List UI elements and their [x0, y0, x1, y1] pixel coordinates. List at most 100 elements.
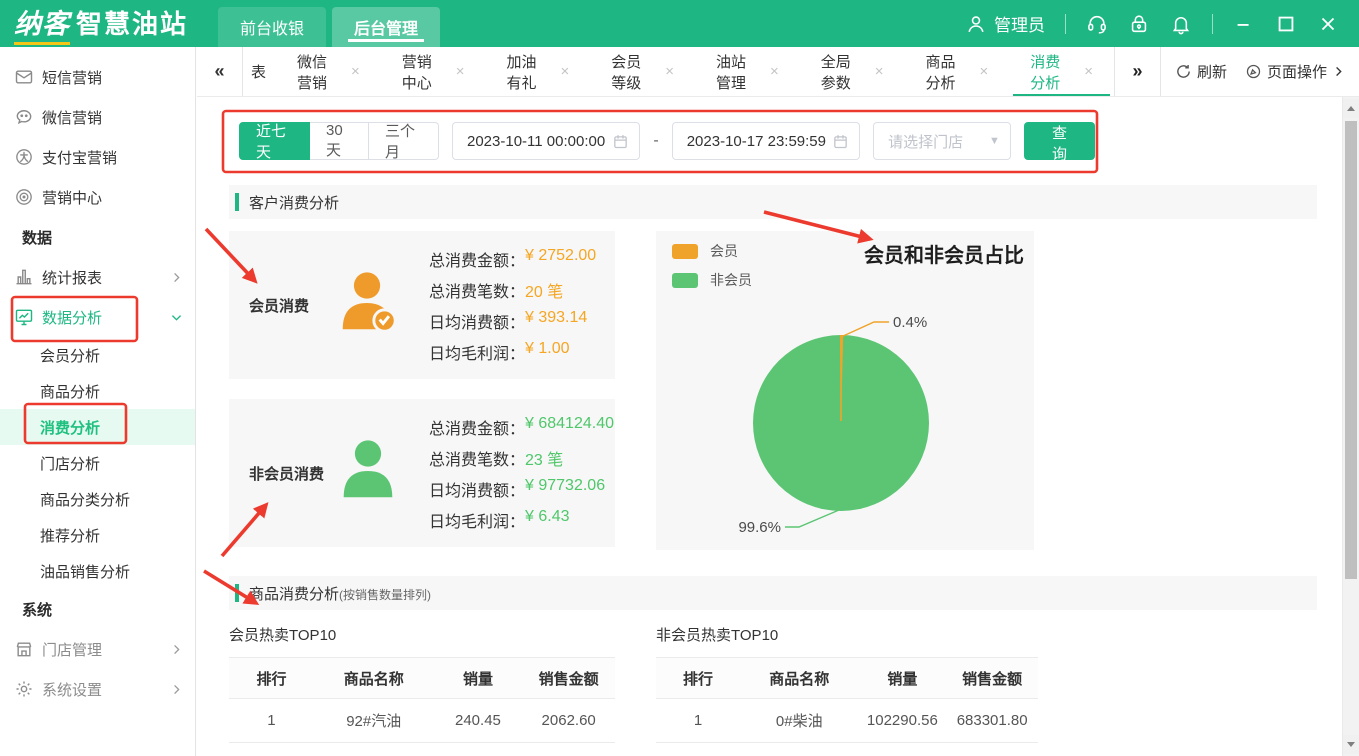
page-content: 近七天 30天 三个月 2023-10-11 00:00:00 - 2023-1… — [197, 97, 1342, 756]
tab-product-analysis[interactable]: 商品分析 × — [905, 47, 1010, 96]
tab-partial-report[interactable]: 表 — [243, 47, 276, 96]
minimize-icon[interactable] — [1233, 13, 1255, 35]
refresh-button[interactable]: 刷新 — [1175, 61, 1227, 82]
sidebar-item-product-analysis[interactable]: 商品分析 — [0, 373, 195, 409]
calendar-icon — [612, 133, 629, 150]
tab-close-icon[interactable]: × — [1084, 63, 1093, 80]
tabs-scroll-right-button[interactable]: » — [1113, 47, 1160, 96]
user-icon — [965, 13, 987, 35]
maximize-icon[interactable] — [1275, 13, 1297, 35]
app-window: 纳客 智慧油站 前台收银 后台管理 管理员 短信营销 微信营销 支付宝营销 营销… — [0, 0, 1359, 756]
tab-label: 加油有礼 — [506, 53, 537, 92]
product-section-subtitle: (按销售数量排列) — [339, 587, 432, 602]
close-icon[interactable] — [1317, 13, 1339, 35]
col-sales-qty: 销量 — [433, 657, 523, 699]
sidebar-item-marketing-center[interactable]: 营销中心 — [0, 177, 195, 217]
stat-label: 日均消费额： — [429, 314, 526, 332]
sidebar-item-recommendation-analysis[interactable]: 推荐分析 — [0, 517, 195, 553]
sidebar-sub-label: 门店分析 — [40, 455, 101, 473]
app-header: 纳客 智慧油站 前台收银 后台管理 管理员 — [0, 0, 1359, 47]
monitor-chart-icon — [14, 307, 34, 327]
end-datetime-value: 2023-10-17 23:59:59 — [686, 132, 826, 150]
cell-product-name: 0#柴油 — [740, 698, 859, 743]
sidebar-item-store-management[interactable]: 门店管理 — [0, 629, 195, 669]
tab-label: 全局参数 — [820, 53, 851, 92]
page-operations-button[interactable]: 页面操作 — [1245, 61, 1345, 82]
stat-label: 日均消费额： — [429, 482, 526, 500]
chevron-right-icon — [170, 683, 183, 696]
quick-range-30d-button[interactable]: 30天 — [309, 122, 370, 160]
stat-label: 总消费金额： — [429, 420, 526, 438]
col-sales-amount: 销售金额 — [522, 657, 615, 699]
sidebar-item-wechat-marketing[interactable]: 微信营销 — [0, 97, 195, 137]
tab-marketing-center[interactable]: 营销中心 × — [381, 47, 486, 96]
stat-value: 23 笔 — [525, 451, 564, 469]
col-rank: 排行 — [656, 657, 741, 699]
product-section-title: 商品消费分析 — [249, 585, 340, 603]
backend-management-button[interactable]: 后台管理 — [332, 7, 441, 47]
start-datetime-input[interactable]: 2023-10-11 00:00:00 — [452, 122, 641, 160]
customer-cards-row: 会员消费 总消费金额： ¥ 2752.00 总消费笔数： 20 笔 日均消费额：… — [229, 231, 1317, 550]
tab-close-icon[interactable]: × — [665, 63, 674, 80]
cell-rank: 1 — [656, 698, 741, 743]
sidebar-item-consumption-analysis[interactable]: 消费分析 — [0, 409, 195, 445]
tab-member-level[interactable]: 会员等级 × — [590, 47, 695, 96]
sidebar-item-sms-marketing[interactable]: 短信营销 — [0, 57, 195, 97]
member-ratio-pie-panel: 会员 非会员 会员和非会员占比 0.4% 99.6% — [656, 231, 1034, 550]
tab-close-icon[interactable]: × — [351, 63, 360, 80]
scroll-down-button[interactable] — [1343, 735, 1359, 754]
customer-section-header: 客户消费分析 — [229, 185, 1317, 219]
tab-station-management[interactable]: 油站管理 × — [695, 47, 800, 96]
sidebar-item-product-category-analysis[interactable]: 商品分类分析 — [0, 481, 195, 517]
tab-close-icon[interactable]: × — [875, 63, 884, 80]
legend-swatch-member — [672, 243, 698, 259]
pie-legend: 会员 非会员 — [672, 241, 752, 290]
tab-close-icon[interactable]: × — [561, 63, 570, 80]
tab-label: 商品分析 — [925, 53, 956, 92]
headset-icon[interactable] — [1086, 13, 1108, 35]
front-cashier-button[interactable]: 前台收银 — [218, 7, 327, 47]
end-datetime-input[interactable]: 2023-10-17 23:59:59 — [671, 122, 861, 160]
legend-item-member[interactable]: 会员 — [672, 241, 752, 261]
stat-label: 总消费笔数： — [429, 451, 526, 469]
store-select[interactable]: 请选择门店 ▼ — [873, 122, 1011, 160]
tab-refuel-gift[interactable]: 加油有礼 × — [486, 47, 591, 96]
sidebar-item-system-settings[interactable]: 系统设置 — [0, 669, 195, 709]
stat-label: 总消费金额： — [429, 252, 526, 270]
tab-wechat-marketing[interactable]: 微信营销 × — [276, 47, 381, 96]
tab-global-params[interactable]: 全局参数 × — [800, 47, 905, 96]
sidebar-item-member-analysis[interactable]: 会员分析 — [0, 337, 195, 373]
pie-label-member-percent: 0.4% — [893, 314, 927, 331]
tab-close-icon[interactable]: × — [456, 63, 465, 80]
sidebar-item-store-analysis[interactable]: 门店分析 — [0, 445, 195, 481]
query-button[interactable]: 查询 — [1023, 122, 1096, 163]
tab-tools: 刷新 页面操作 — [1159, 47, 1359, 96]
chevron-right-icon — [170, 643, 183, 656]
table-row[interactable]: 1 0#柴油 102290.56 683301.80 — [656, 698, 1038, 743]
quick-range-3m-button[interactable]: 三个月 — [369, 122, 439, 161]
scrollbar-thumb[interactable] — [1345, 121, 1357, 579]
chevron-down-icon — [170, 311, 183, 324]
tab-consumption-analysis[interactable]: 消费分析 × — [1009, 47, 1114, 96]
header-divider — [1212, 13, 1213, 34]
tab-close-icon[interactable]: × — [980, 63, 989, 80]
tabs-scroll-left-button[interactable]: « — [197, 47, 243, 96]
tab-close-icon[interactable]: × — [770, 63, 779, 80]
sidebar-item-stats-report[interactable]: 统计报表 — [0, 257, 195, 297]
front-cashier-label: 前台收银 — [240, 21, 305, 38]
lock-icon[interactable] — [1128, 13, 1150, 35]
legend-item-nonmember[interactable]: 非会员 — [672, 270, 752, 290]
sidebar-section-label: 系统 — [22, 601, 53, 619]
sidebar-item-data-analysis[interactable]: 数据分析 — [0, 297, 195, 337]
scroll-up-button[interactable] — [1343, 99, 1359, 118]
quick-range-7d-button[interactable]: 近七天 — [239, 122, 310, 161]
backend-management-label: 后台管理 — [354, 21, 419, 38]
sidebar-item-oil-sales-analysis[interactable]: 油品销售分析 — [0, 553, 195, 589]
sidebar-item-label: 营销中心 — [42, 189, 103, 207]
user-menu[interactable]: 管理员 — [965, 11, 1045, 36]
table-row[interactable]: 1 92#汽油 240.45 2062.60 — [229, 698, 615, 743]
stat-value: 20 笔 — [525, 283, 564, 301]
page-operations-label: 页面操作 — [1266, 64, 1327, 81]
sidebar-item-alipay-marketing[interactable]: 支付宝营销 — [0, 137, 195, 177]
bell-icon[interactable] — [1170, 13, 1192, 35]
